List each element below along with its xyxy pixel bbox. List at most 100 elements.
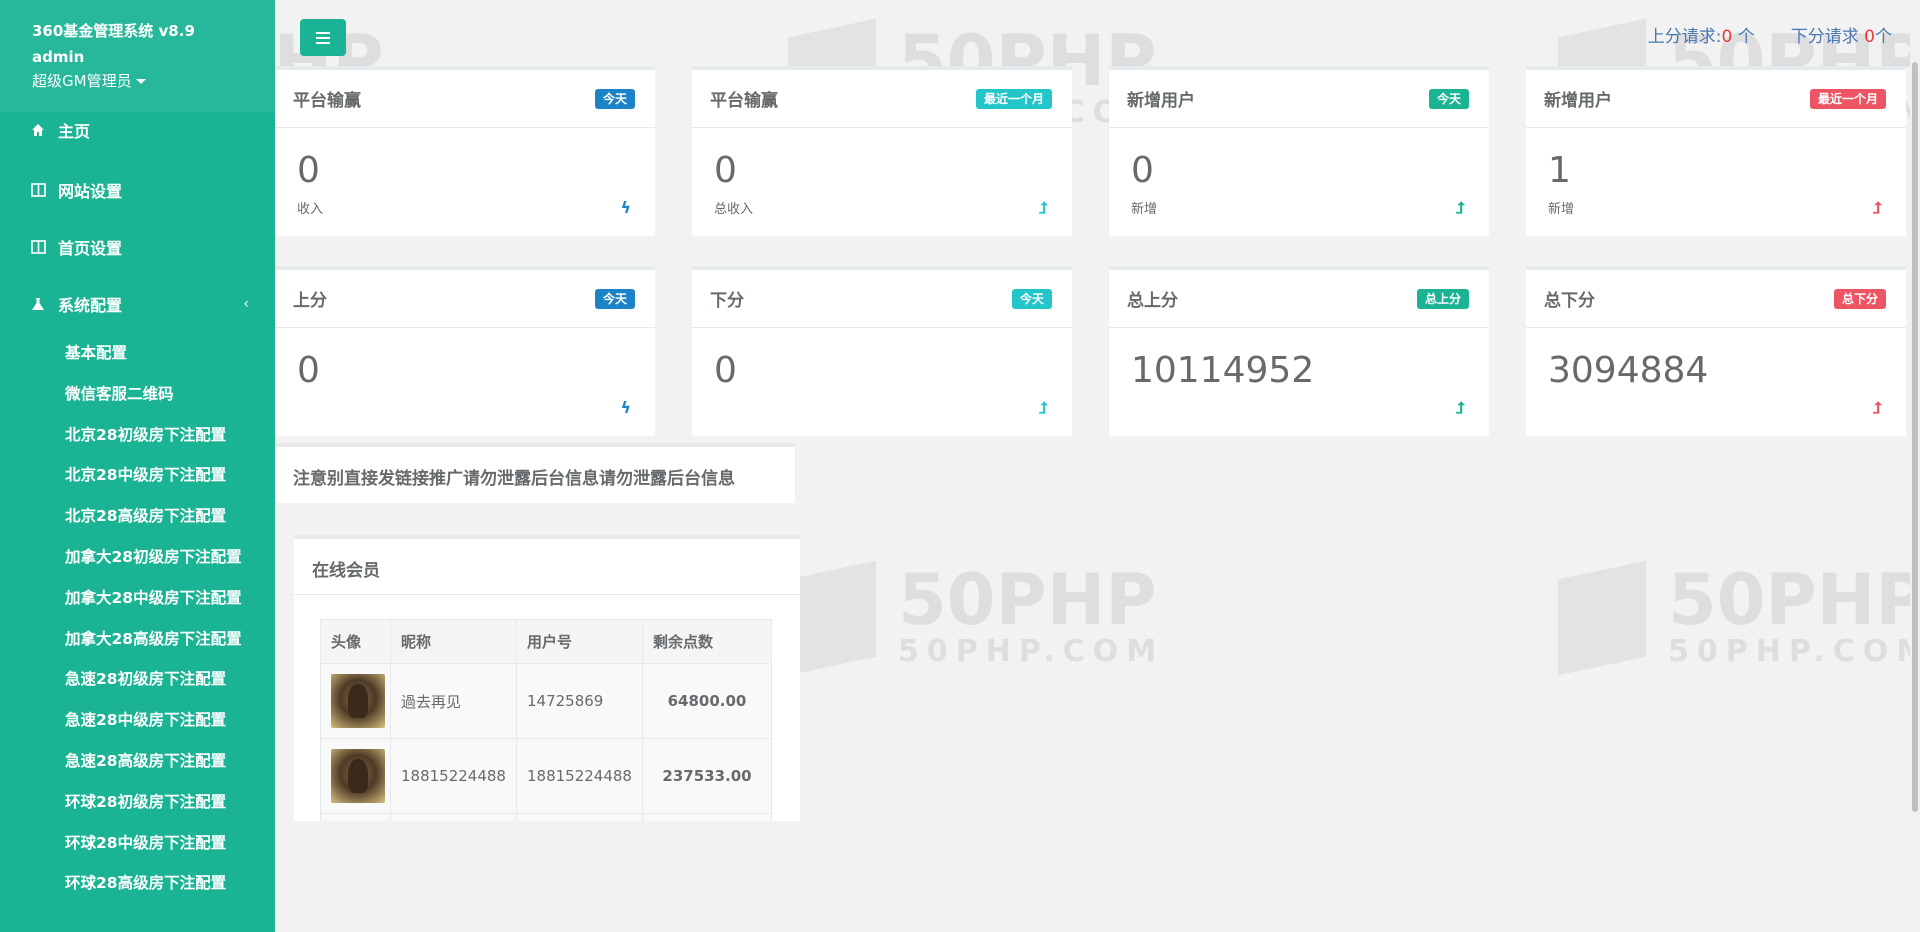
- role-dropdown[interactable]: 超级GM管理员: [32, 70, 275, 92]
- period-badge: 最近一个月: [1809, 89, 1886, 109]
- stat-card: 新增用户 最近一个月 1 新增 ⮥: [1526, 66, 1906, 236]
- stat-card: 上分 今天 0 ϟ: [275, 266, 655, 436]
- points-cell: 64800.00: [642, 663, 772, 739]
- sidebar-subitem[interactable]: 环球28高级房下注配置: [65, 872, 226, 894]
- card-title: 上分: [293, 291, 327, 311]
- table-row: 18815224488 18815224488 237533.00: [320, 738, 772, 814]
- sidebar-subitem[interactable]: 北京28中级房下注配置: [65, 464, 226, 486]
- online-members-table: 头像 昵称 用户号 剩余点数 過去再见 14725869 64800.00 18815…: [320, 619, 772, 821]
- down-request-link[interactable]: 下分请求 0个: [1791, 22, 1892, 47]
- watermark: 50PHP50PHP.COM: [898, 559, 1165, 669]
- sidebar-item-home[interactable]: 主页: [0, 104, 275, 156]
- sidebar-subitem[interactable]: 急速28初级房下注配置: [65, 668, 226, 690]
- trend-icon: ϟ: [620, 198, 631, 217]
- trend-icon: ⮥: [1872, 198, 1882, 217]
- card-header: 总上分 总上分: [1109, 270, 1489, 328]
- sidebar-item-label: 主页: [58, 122, 91, 141]
- stat-card: 总下分 总下分 3094884 ⮥: [1526, 266, 1906, 436]
- period-badge: 今天: [1011, 289, 1052, 309]
- stat-card: 总上分 总上分 10114952 ⮥: [1109, 266, 1489, 436]
- card-title: 总上分: [1127, 291, 1178, 311]
- user-name: admin: [32, 48, 85, 66]
- card-value: 0: [714, 150, 737, 191]
- stat-card: 平台输赢 最近一个月 0 总收入 ⮥: [692, 66, 1072, 236]
- trend-icon: ⮥: [1872, 398, 1882, 417]
- card-value: 3094884: [1548, 350, 1709, 391]
- card-header: 新增用户 今天: [1109, 70, 1489, 128]
- table-row: 過去再见 14725869 64800.00: [320, 663, 772, 739]
- card-value: 10114952: [1131, 350, 1315, 391]
- panel-title: 在线会员: [294, 539, 800, 595]
- card-header: 平台输赢 最近一个月: [692, 70, 1072, 128]
- card-header: 总下分 总下分: [1526, 270, 1906, 328]
- period-badge: 最近一个月: [975, 89, 1052, 109]
- notice-panel: 注意别直接发链接推广请勿泄露后台信息请勿泄露后台信息: [275, 443, 795, 503]
- caret-down-icon: [135, 79, 146, 84]
- sidebar: 360基金管理系统 v8.9 admin 超级GM管理员 主页 网站设置 首页设…: [0, 0, 275, 932]
- sidebar-item-label: 网站设置: [58, 182, 123, 201]
- app-title: 360基金管理系统 v8.9: [32, 22, 195, 40]
- avatar: [331, 674, 385, 728]
- sidebar-item-system-config[interactable]: 系统配置 ‹: [0, 278, 275, 330]
- card-value: 0: [297, 350, 320, 391]
- card-value: 1: [1548, 150, 1571, 191]
- card-title: 下分: [710, 291, 744, 311]
- sidebar-item-home-settings[interactable]: 首页设置: [0, 221, 275, 273]
- sidebar-subitem[interactable]: 环球28初级房下注配置: [65, 791, 226, 813]
- card-value: 0: [714, 350, 737, 391]
- sidebar-item-label: 系统配置: [58, 296, 123, 315]
- card-value: 0: [297, 150, 320, 191]
- trend-icon: ⮥: [1038, 398, 1048, 417]
- trend-icon: ⮥: [1038, 198, 1048, 217]
- sidebar-item-site-settings[interactable]: 网站设置: [0, 164, 275, 216]
- card-subtitle: 新增: [1131, 202, 1158, 217]
- sidebar-subitem[interactable]: 急速28高级房下注配置: [65, 750, 226, 772]
- flask-icon: [30, 296, 46, 312]
- stat-card: 新增用户 今天 0 新增 ⮥: [1109, 66, 1489, 236]
- sidebar-subitem[interactable]: 加拿大28高级房下注配置: [65, 628, 242, 650]
- card-header: 下分 今天: [692, 270, 1072, 328]
- chevron-left-icon: ‹: [243, 296, 249, 312]
- sidebar-subitem[interactable]: 基本配置: [65, 342, 127, 364]
- sidebar-subitem[interactable]: 加拿大28中级房下注配置: [65, 587, 242, 609]
- sidebar-subitem[interactable]: 加拿大28初级房下注配置: [65, 546, 242, 568]
- user-id-cell: 14725869: [516, 663, 643, 739]
- column-header: 用户号: [516, 619, 643, 664]
- card-header: 上分 今天: [275, 270, 655, 328]
- menu-toggle-button[interactable]: [300, 19, 346, 56]
- page-scrollbar[interactable]: [1910, 0, 1920, 932]
- sidebar-subitem[interactable]: 急速28中级房下注配置: [65, 709, 226, 731]
- avatar: [331, 749, 385, 803]
- period-badge: 今天: [594, 89, 635, 109]
- trend-icon: ⮥: [1455, 198, 1465, 217]
- card-subtitle: 新增: [1548, 202, 1575, 217]
- table-row: [320, 813, 772, 821]
- sidebar-subitem[interactable]: 环球28中级房下注配置: [65, 832, 226, 854]
- period-badge: 总下分: [1833, 289, 1886, 309]
- card-value: 0: [1131, 150, 1154, 191]
- sidebar-subitem[interactable]: 微信客服二维码: [65, 383, 174, 405]
- user-id-cell: 18815224488: [516, 738, 643, 814]
- sidebar-subitem[interactable]: 北京28高级房下注配置: [65, 505, 226, 527]
- sidebar-subitem[interactable]: 北京28初级房下注配置: [65, 424, 226, 446]
- nickname-cell: 18815224488: [390, 738, 517, 814]
- card-header: 新增用户 最近一个月: [1526, 70, 1906, 128]
- period-badge: 今天: [594, 289, 635, 309]
- scrollbar-thumb[interactable]: [1912, 62, 1918, 812]
- stat-card: 下分 今天 0 ⮥: [692, 266, 1072, 436]
- trend-icon: ϟ: [620, 398, 631, 417]
- sidebar-item-label: 首页设置: [58, 239, 123, 258]
- card-title: 平台输赢: [710, 91, 778, 111]
- column-header: 昵称: [390, 619, 517, 664]
- up-request-link[interactable]: 上分请求:0 个: [1648, 22, 1755, 47]
- period-badge: 总上分: [1416, 289, 1469, 309]
- home-icon: [30, 122, 46, 138]
- card-title: 新增用户: [1544, 91, 1612, 111]
- points-cell: 237533.00: [642, 738, 772, 814]
- online-members-panel: 在线会员 头像 昵称 用户号 剩余点数 過去再见 14725869 64800.00…: [294, 535, 800, 821]
- card-title: 总下分: [1544, 291, 1595, 311]
- watermark: 50PHP50PHP.COM: [1668, 559, 1920, 669]
- columns-icon: [30, 182, 46, 198]
- period-badge: 今天: [1428, 89, 1469, 109]
- card-title: 新增用户: [1127, 91, 1195, 111]
